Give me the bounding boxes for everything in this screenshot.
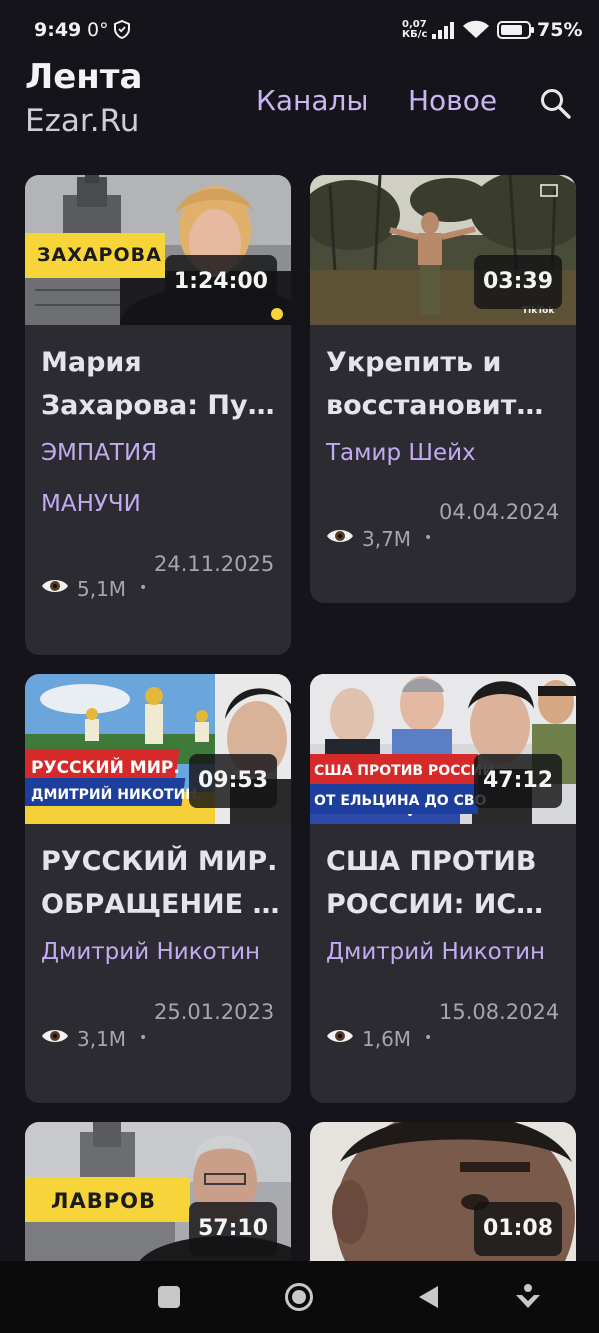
channel-name[interactable]: Тамир Шейх [326, 427, 476, 479]
thumbnail-caption: ЗАХАРОВА [37, 244, 162, 266]
video-duration: 57:10 [188, 1202, 277, 1256]
publish-date: 15.08.2024 [439, 1000, 560, 1024]
publish-date: 25.01.2023 [154, 1000, 275, 1024]
nav-channels-link[interactable]: Каналы [256, 84, 369, 117]
video-title-line: ОБРАЩЕНИЕ … [41, 889, 280, 920]
video-thumbnail[interactable]: США ПРОТИВ РОССИИ ОТ ЕЛЬЦИНА ДО СВО 47:1… [310, 674, 576, 824]
publish-date: 24.11.2025 [154, 552, 275, 576]
video-thumbnail[interactable]: РУССКИЙ МИР. ДМИТРИЙ НИКОТИН. 09:53 [25, 674, 291, 824]
view-count: 3,7M [362, 527, 412, 551]
battery-percent: 75% [537, 19, 583, 41]
view-count: 5,1M [77, 577, 127, 601]
site-name: Ezar.Ru [25, 103, 140, 139]
thumbnail-caption: США ПРОТИВ РОССИИ [314, 763, 494, 779]
video-card[interactable]: США ПРОТИВ РОССИИ ОТ ЕЛЬЦИНА ДО СВО 47:1… [310, 674, 576, 1103]
video-title-line: РОССИИ: ИС… [326, 889, 544, 920]
video-card[interactable]: ЗАХАРОВА 1:24:00 Мария Захарова: Пу… ЭМП… [25, 175, 291, 655]
view-count: 1,6M [362, 1027, 412, 1051]
eye-icon [42, 1030, 68, 1042]
thumbnail-caption: ДМИТРИЙ НИКОТИН. [31, 786, 202, 803]
signal-icon [432, 22, 454, 39]
search-icon[interactable] [538, 86, 572, 120]
video-card[interactable]: 01:08 [310, 1122, 576, 1282]
system-navigation-bar [0, 1261, 599, 1333]
thumbnail-caption: ОТ ЕЛЬЦИНА ДО СВО [314, 793, 487, 809]
video-duration: 09:53 [188, 754, 277, 808]
nav-new-link[interactable]: Новое [408, 84, 497, 117]
back-button[interactable] [416, 1282, 442, 1312]
meta-separator: • [424, 1030, 433, 1046]
video-title-line: Захарова: Пу… [41, 390, 275, 421]
video-card[interactable]: TikTok 03:39 Укрепить и восстановит… Там… [310, 175, 576, 603]
thumbnail-caption: ЛАВРОВ [51, 1189, 156, 1213]
view-count: 3,1M [77, 1027, 127, 1051]
eye-icon [327, 1030, 353, 1042]
wifi-icon [463, 20, 489, 38]
video-title: США ПРОТИВ РОССИИ: ИС… [326, 840, 566, 926]
video-title-line: РУССКИЙ МИР. [41, 846, 278, 877]
publish-date: 04.04.2024 [439, 500, 560, 524]
feed-title: Лента [25, 57, 143, 97]
status-bar: 9:49 0° 0,07 КБ/с 75% [0, 0, 599, 60]
thumbnail-caption: РУССКИЙ МИР. [31, 756, 180, 778]
home-button[interactable] [284, 1282, 314, 1312]
channel-name[interactable]: Дмитрий Никотин [326, 926, 545, 978]
video-card[interactable]: ЛАВРОВ 57:10 [25, 1122, 291, 1282]
video-meta: 3,1M • 25.01.2023 [41, 993, 281, 1053]
video-title-line: восстановит… [326, 390, 544, 421]
video-meta: 5,1M • 24.11.2025 [41, 545, 281, 605]
channel-name[interactable]: МАНУЧИ [41, 478, 141, 530]
meta-separator: • [424, 530, 433, 546]
channel-name[interactable]: Дмитрий Никотин [41, 926, 260, 978]
video-title-line: Мария [41, 347, 142, 378]
video-thumbnail[interactable]: TikTok 03:39 [310, 175, 576, 325]
eye-icon [42, 580, 68, 592]
video-duration: 1:24:00 [164, 255, 277, 309]
video-title: РУССКИЙ МИР. ОБРАЩЕНИЕ … [41, 840, 281, 926]
video-duration: 01:08 [473, 1202, 562, 1256]
video-title: Укрепить и восстановит… [326, 341, 566, 427]
video-duration: 47:12 [473, 754, 562, 808]
video-card[interactable]: РУССКИЙ МИР. ДМИТРИЙ НИКОТИН. 09:53 РУСС… [25, 674, 291, 1103]
network-speed: 0,07 КБ/с [402, 20, 427, 40]
battery-icon [497, 21, 534, 39]
video-duration: 03:39 [473, 255, 562, 309]
recent-apps-button[interactable] [157, 1282, 181, 1312]
meta-separator: • [139, 1030, 148, 1046]
video-title: Мария Захарова: Пу… [41, 341, 281, 427]
video-title-line: Укрепить и [326, 347, 502, 378]
eye-icon [327, 530, 353, 542]
shield-icon [114, 20, 130, 39]
video-meta: 3,7M • 04.04.2024 [326, 493, 566, 553]
channel-name[interactable]: ЭМПАТИЯ [41, 427, 157, 479]
hide-keyboard-button[interactable] [514, 1282, 542, 1312]
video-meta: 1,6M • 15.08.2024 [326, 993, 566, 1053]
meta-separator: • [139, 580, 148, 596]
network-speed-unit: КБ/с [402, 29, 428, 40]
status-temperature: 0° [87, 19, 109, 41]
status-time: 9:49 [34, 19, 82, 41]
video-title-line: США ПРОТИВ [326, 846, 537, 877]
video-thumbnail[interactable]: 01:08 [310, 1122, 576, 1272]
video-thumbnail[interactable]: ЗАХАРОВА 1:24:00 [25, 175, 291, 325]
video-thumbnail[interactable]: ЛАВРОВ 57:10 [25, 1122, 291, 1272]
